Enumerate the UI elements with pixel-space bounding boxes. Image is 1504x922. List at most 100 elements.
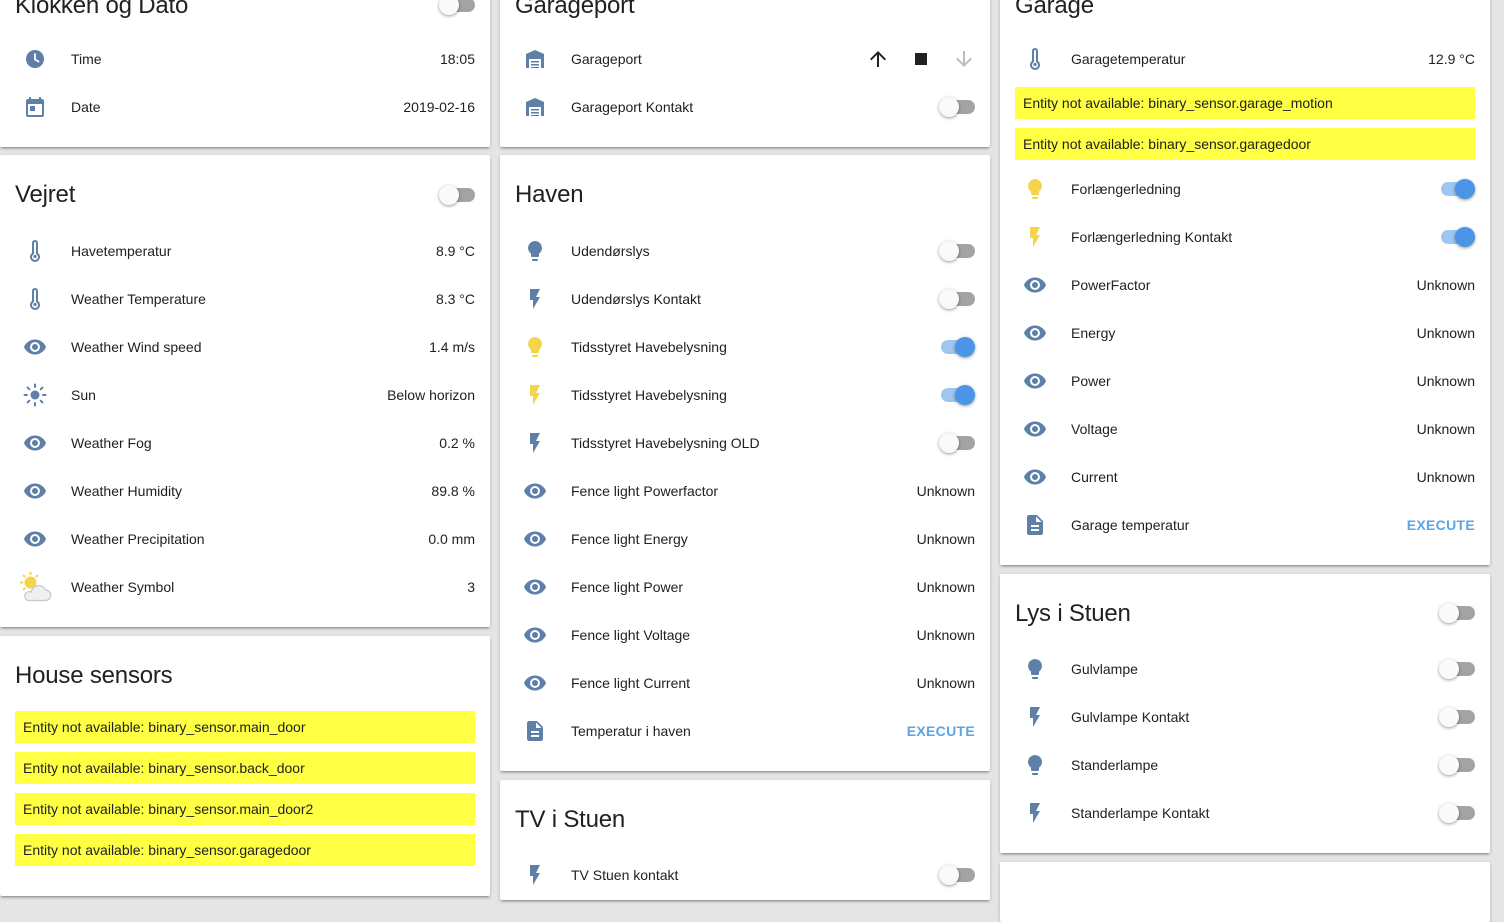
entity-row[interactable]: Weather Temperature 8.3 °C [15,279,475,319]
eye-icon [15,423,55,463]
entity-label: Forlængerledning Kontakt [1071,229,1233,245]
entity-label: Fence light Voltage [571,627,691,643]
entity-label: Gulvlampe [1071,661,1138,677]
entity-label: Forlængerledning [1071,181,1181,197]
calendar-icon [15,87,55,127]
card-toggle[interactable] [439,185,475,205]
entity-toggle[interactable] [1439,179,1475,199]
entity-row[interactable]: Gulvlampe Kontakt [1015,697,1475,737]
execute-button[interactable]: EXECUTE [907,723,975,739]
entity-row-script[interactable]: Garage temperatur EXECUTE [1015,505,1475,545]
entity-row[interactable]: Fence light Current Unknown [515,663,975,703]
warning-entity: Entity not available: binary_sensor.gara… [1015,87,1475,119]
entity-toggle[interactable] [939,433,975,453]
entity-row[interactable]: Forlængerledning [1015,169,1475,209]
entity-row[interactable]: Weather Humidity 89.8 % [15,471,475,511]
entity-toggle[interactable] [939,337,975,357]
arrow-up-icon[interactable] [856,47,899,71]
entity-value: Unknown [1416,373,1475,389]
arrow-down-icon[interactable] [942,47,985,71]
entity-value: 0.0 mm [428,531,475,547]
entity-toggle[interactable] [1439,803,1475,823]
entity-row[interactable]: Tidsstyret Havebelysning OLD [515,423,975,463]
entity-label: Standerlampe Kontakt [1071,805,1210,821]
entity-toggle[interactable] [939,241,975,261]
entity-value: 2019-02-16 [403,99,475,115]
card-garageport: Garageport Garageport Garageport Kontakt [500,0,990,147]
entity-value: 89.8 % [431,483,475,499]
entity-row-date[interactable]: Date 2019-02-16 [15,87,475,127]
entity-row[interactable]: Weather Symbol 3 [15,567,475,607]
card-title: House sensors [15,662,173,689]
entity-row[interactable]: TV Stuen kontakt [515,855,975,895]
card-toggle[interactable] [439,0,475,15]
entity-label: Garageport Kontakt [571,99,694,115]
entity-label: Voltage [1071,421,1118,437]
card-title: TV i Stuen [515,806,626,833]
entity-row[interactable]: Forlængerledning Kontakt [1015,217,1475,257]
sun-icon [15,375,55,415]
entity-row[interactable]: Garagetemperatur 12.9 °C [1015,39,1475,79]
entity-value: Unknown [916,531,975,547]
stop-icon[interactable] [899,47,942,71]
entity-row[interactable]: Sun Below horizon [15,375,475,415]
entity-row[interactable]: Standerlampe [1015,745,1475,785]
entity-label: Sun [71,387,96,403]
execute-button[interactable]: EXECUTE [1407,517,1475,533]
flash-icon [515,375,555,415]
eye-icon [515,519,555,559]
entity-value: Unknown [916,627,975,643]
entity-row[interactable]: Weather Wind speed 1.4 m/s [15,327,475,367]
eye-icon [515,567,555,607]
entity-label: Garage temperatur [1071,517,1190,533]
card-title: Vejret [15,181,76,208]
eye-icon [515,663,555,703]
entity-row[interactable]: Fence light Energy Unknown [515,519,975,559]
entity-row[interactable]: Gulvlampe [1015,649,1475,689]
entity-row[interactable]: PowerFactor Unknown [1015,265,1475,305]
garage-icon [515,39,555,79]
card-toggle[interactable] [1439,603,1475,623]
entity-row[interactable]: Garageport Kontakt [515,87,975,127]
entity-row[interactable]: Udendørslys Kontakt [515,279,975,319]
entity-value: Unknown [916,579,975,595]
entity-row[interactable]: Weather Fog 0.2 % [15,423,475,463]
cover-controls [856,47,975,71]
entity-row[interactable]: Fence light Voltage Unknown [515,615,975,655]
entity-toggle[interactable] [939,97,975,117]
entity-row-time[interactable]: Time 18:05 [15,39,475,79]
entity-row[interactable]: Current Unknown [1015,457,1475,497]
entity-row[interactable]: Havetemperatur 8.9 °C [15,231,475,271]
entity-row-garageport[interactable]: Garageport [515,39,975,79]
entity-row[interactable]: Power Unknown [1015,361,1475,401]
entity-toggle[interactable] [939,385,975,405]
entity-row[interactable]: Tidsstyret Havebelysning [515,327,975,367]
entity-toggle[interactable] [1439,707,1475,727]
entity-toggle[interactable] [939,865,975,885]
entity-toggle[interactable] [939,289,975,309]
entity-label: Udendørslys [571,243,650,259]
entity-row[interactable]: Energy Unknown [1015,313,1475,353]
entity-row-script[interactable]: Temperatur i haven EXECUTE [515,711,975,751]
entity-row[interactable]: Udendørslys [515,231,975,271]
entity-row[interactable]: Weather Precipitation 0.0 mm [15,519,475,559]
entity-toggle[interactable] [1439,659,1475,679]
entity-toggle[interactable] [1439,227,1475,247]
entity-label: Havetemperatur [71,243,172,259]
entity-value: 12.9 °C [1428,51,1475,67]
card-title: Garage [1015,0,1094,19]
entity-label: Standerlampe [1071,757,1159,773]
entity-row[interactable]: Fence light Power Unknown [515,567,975,607]
card-title: Klokken og Dato [15,0,189,19]
entity-row[interactable]: Standerlampe Kontakt [1015,793,1475,833]
card-house-sensors: House sensors Entity not available: bina… [0,636,490,896]
entity-label: Weather Humidity [71,483,183,499]
entity-toggle[interactable] [1439,755,1475,775]
entity-row[interactable]: Fence light Powerfactor Unknown [515,471,975,511]
entity-label: Udendørslys Kontakt [571,291,701,307]
entity-row[interactable]: Voltage Unknown [1015,409,1475,449]
entity-label: Garagetemperatur [1071,51,1186,67]
thermometer-icon [15,279,55,319]
entity-label: Current [1071,469,1118,485]
entity-row[interactable]: Tidsstyret Havebelysning [515,375,975,415]
